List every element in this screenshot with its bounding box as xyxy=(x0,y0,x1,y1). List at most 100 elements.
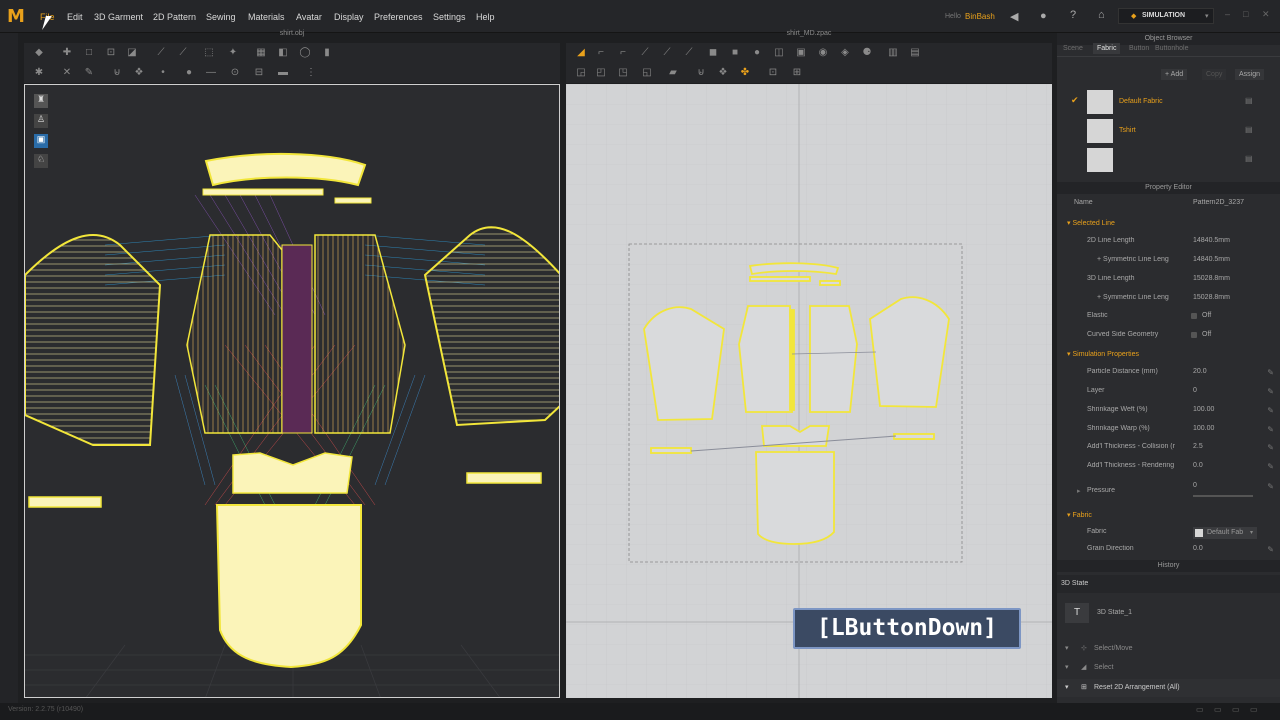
edit-curve-icon[interactable]: ⌐ xyxy=(616,48,630,58)
ruler-tool-icon[interactable]: ⊟ xyxy=(252,68,266,78)
cut-icon[interactable]: ⟋ xyxy=(682,48,696,58)
tack-icon[interactable]: ◰ xyxy=(594,68,608,78)
front-left-3d[interactable] xyxy=(186,234,283,434)
right-sleeve-3d[interactable] xyxy=(423,226,560,427)
collar-band-3d[interactable] xyxy=(202,188,324,196)
property-value[interactable]: 0.0 xyxy=(1193,462,1203,469)
point-tool-icon[interactable]: • xyxy=(156,68,170,78)
section-simulation-properties[interactable]: ▾ Simulation Properties xyxy=(1067,350,1139,358)
stick-tool-icon[interactable]: ▮ xyxy=(320,48,334,58)
layout-icon-4[interactable]: ▭ xyxy=(1250,705,1258,714)
topstitch-icon[interactable]: ⊡ xyxy=(766,68,780,78)
viewport-3d[interactable]: ♜ ♙ ▣ ♘ xyxy=(24,84,560,698)
pressure-slider[interactable] xyxy=(1193,495,1253,497)
pencil-icon[interactable]: ✎ xyxy=(1267,406,1274,415)
front-left-2d[interactable] xyxy=(738,305,793,413)
pencil-icon[interactable]: ✎ xyxy=(1267,545,1274,554)
fold-tool-icon[interactable]: ◪ xyxy=(125,48,139,58)
curved-checkbox[interactable] xyxy=(1191,332,1197,338)
back-3d[interactable] xyxy=(215,504,362,669)
menu-help[interactable]: Help xyxy=(476,12,495,22)
tab-fabric[interactable]: Fabric xyxy=(1093,43,1121,54)
history-item[interactable]: ▾ ◢ Select xyxy=(1057,659,1280,677)
garment-view-icon[interactable]: ▣ xyxy=(34,134,48,148)
button-icon[interactable]: ❖ xyxy=(716,68,730,78)
speaker-icon[interactable]: ◀ xyxy=(1010,10,1018,23)
edit-pattern-icon[interactable]: ◢ xyxy=(574,48,588,58)
back-2d[interactable] xyxy=(755,451,835,545)
fit-tool-icon[interactable]: ✦ xyxy=(226,48,240,58)
section-selected-line[interactable]: ▾ Selected Line xyxy=(1067,219,1115,227)
sleeve-left-2d[interactable] xyxy=(643,306,725,421)
add-fabric-button[interactable]: + Add xyxy=(1161,69,1188,80)
fabric-item[interactable]: Tshirt ▤ xyxy=(1057,117,1280,145)
menu-2d-pattern[interactable]: 2D Pattern xyxy=(153,12,196,22)
fabric-item[interactable]: ✔ Default Fabric ▤ xyxy=(1057,88,1280,116)
close-icon[interactable]: ✕ xyxy=(1262,9,1270,20)
help-icon[interactable]: ? xyxy=(1070,9,1076,21)
fabric-menu-icon[interactable]: ▤ xyxy=(1245,96,1253,105)
property-value[interactable]: 0 xyxy=(1193,387,1197,394)
pencil-icon[interactable]: ✎ xyxy=(1267,387,1274,396)
left-sleeve-3d[interactable] xyxy=(25,234,162,446)
fold-arrangement-icon[interactable]: ◲ xyxy=(574,68,588,78)
move-tool-icon[interactable]: ✚ xyxy=(60,48,74,58)
transform-tool-icon[interactable]: ⊡ xyxy=(104,48,118,58)
pencil-icon[interactable]: ✎ xyxy=(1267,482,1274,491)
garment-tool-icon[interactable]: ▦ xyxy=(254,48,268,58)
rectangle-icon[interactable]: ■ xyxy=(728,48,742,58)
polygon-icon[interactable]: ◼ xyxy=(706,48,720,58)
fabric-menu-icon[interactable]: ▤ xyxy=(1245,125,1253,134)
internal-rect-icon[interactable]: ▣ xyxy=(794,48,808,58)
menu-3d-garment[interactable]: 3D Garment xyxy=(94,12,143,22)
fabric-item[interactable]: ▤ xyxy=(1057,146,1280,174)
expand-icon[interactable]: ▸ xyxy=(1077,487,1081,495)
tack-tool-icon[interactable]: ⊌ xyxy=(110,68,124,78)
cart-icon[interactable]: ⌂ xyxy=(1098,9,1105,21)
body-view-icon[interactable]: ♙ xyxy=(34,114,48,128)
viewport-2d[interactable] xyxy=(566,84,1052,698)
pin-tool-icon[interactable]: ⟋ xyxy=(176,48,190,58)
dash-tool-icon[interactable]: — xyxy=(204,68,218,78)
free-sewing-icon[interactable]: ▤ xyxy=(908,48,922,58)
measure-tool-icon[interactable]: ✕ xyxy=(60,68,74,78)
pencil-icon[interactable]: ✎ xyxy=(1267,462,1274,471)
placket-3d[interactable] xyxy=(281,244,313,434)
menu-settings[interactable]: Settings xyxy=(433,12,466,22)
pencil-icon[interactable]: ✎ xyxy=(1267,425,1274,434)
copy-fabric-button[interactable]: Copy xyxy=(1202,69,1227,80)
texture-icon[interactable]: ▰ xyxy=(666,68,680,78)
menu-avatar[interactable]: Avatar xyxy=(296,12,322,22)
select-tool-icon[interactable]: ◆ xyxy=(32,48,46,58)
pencil-icon[interactable]: ✎ xyxy=(1267,368,1274,377)
property-value[interactable]: 100.00 xyxy=(1193,425,1214,432)
cuff-left-2d[interactable] xyxy=(650,447,692,454)
line-tool-icon[interactable]: ⟋ xyxy=(154,48,168,58)
elastic-checkbox[interactable] xyxy=(1191,313,1197,319)
placket-2d[interactable] xyxy=(789,309,795,411)
minimize-icon[interactable]: – xyxy=(1225,9,1230,19)
property-value[interactable]: 100.00 xyxy=(1193,406,1214,413)
circle-tool-icon[interactable]: ● xyxy=(182,68,196,78)
box-tool-icon[interactable]: □ xyxy=(82,48,96,58)
internal-polygon-icon[interactable]: ◫ xyxy=(772,48,786,58)
obj-tool-icon[interactable]: ◧ xyxy=(276,48,290,58)
dart-icon[interactable]: ◈ xyxy=(838,48,852,58)
yoke-3d[interactable] xyxy=(232,452,353,494)
property-value[interactable]: Pattern2D_3237 xyxy=(1193,199,1244,206)
curvature-icon[interactable]: ⟋ xyxy=(638,48,652,58)
tab-button[interactable]: Button xyxy=(1129,45,1149,52)
property-value[interactable]: 20.0 xyxy=(1193,368,1207,375)
fabric-menu-icon[interactable]: ▤ xyxy=(1245,154,1253,163)
zipper-icon[interactable]: ⊞ xyxy=(790,68,804,78)
history-item[interactable]: ▾ ⊹ Select/Move xyxy=(1057,640,1280,658)
property-value[interactable]: 2.5 xyxy=(1193,443,1203,450)
property-value[interactable]: 0.0 xyxy=(1193,545,1203,552)
internal-circle-icon[interactable]: ◉ xyxy=(816,48,830,58)
collar-band-2d[interactable] xyxy=(749,276,811,282)
cuff-right-3d[interactable] xyxy=(466,472,542,484)
buttonhole-icon[interactable]: ✤ xyxy=(738,68,752,78)
brush-tool-icon[interactable]: ✎ xyxy=(82,68,96,78)
pencil-icon[interactable]: ✎ xyxy=(1267,443,1274,452)
section-fabric[interactable]: ▾ Fabric xyxy=(1067,511,1092,519)
